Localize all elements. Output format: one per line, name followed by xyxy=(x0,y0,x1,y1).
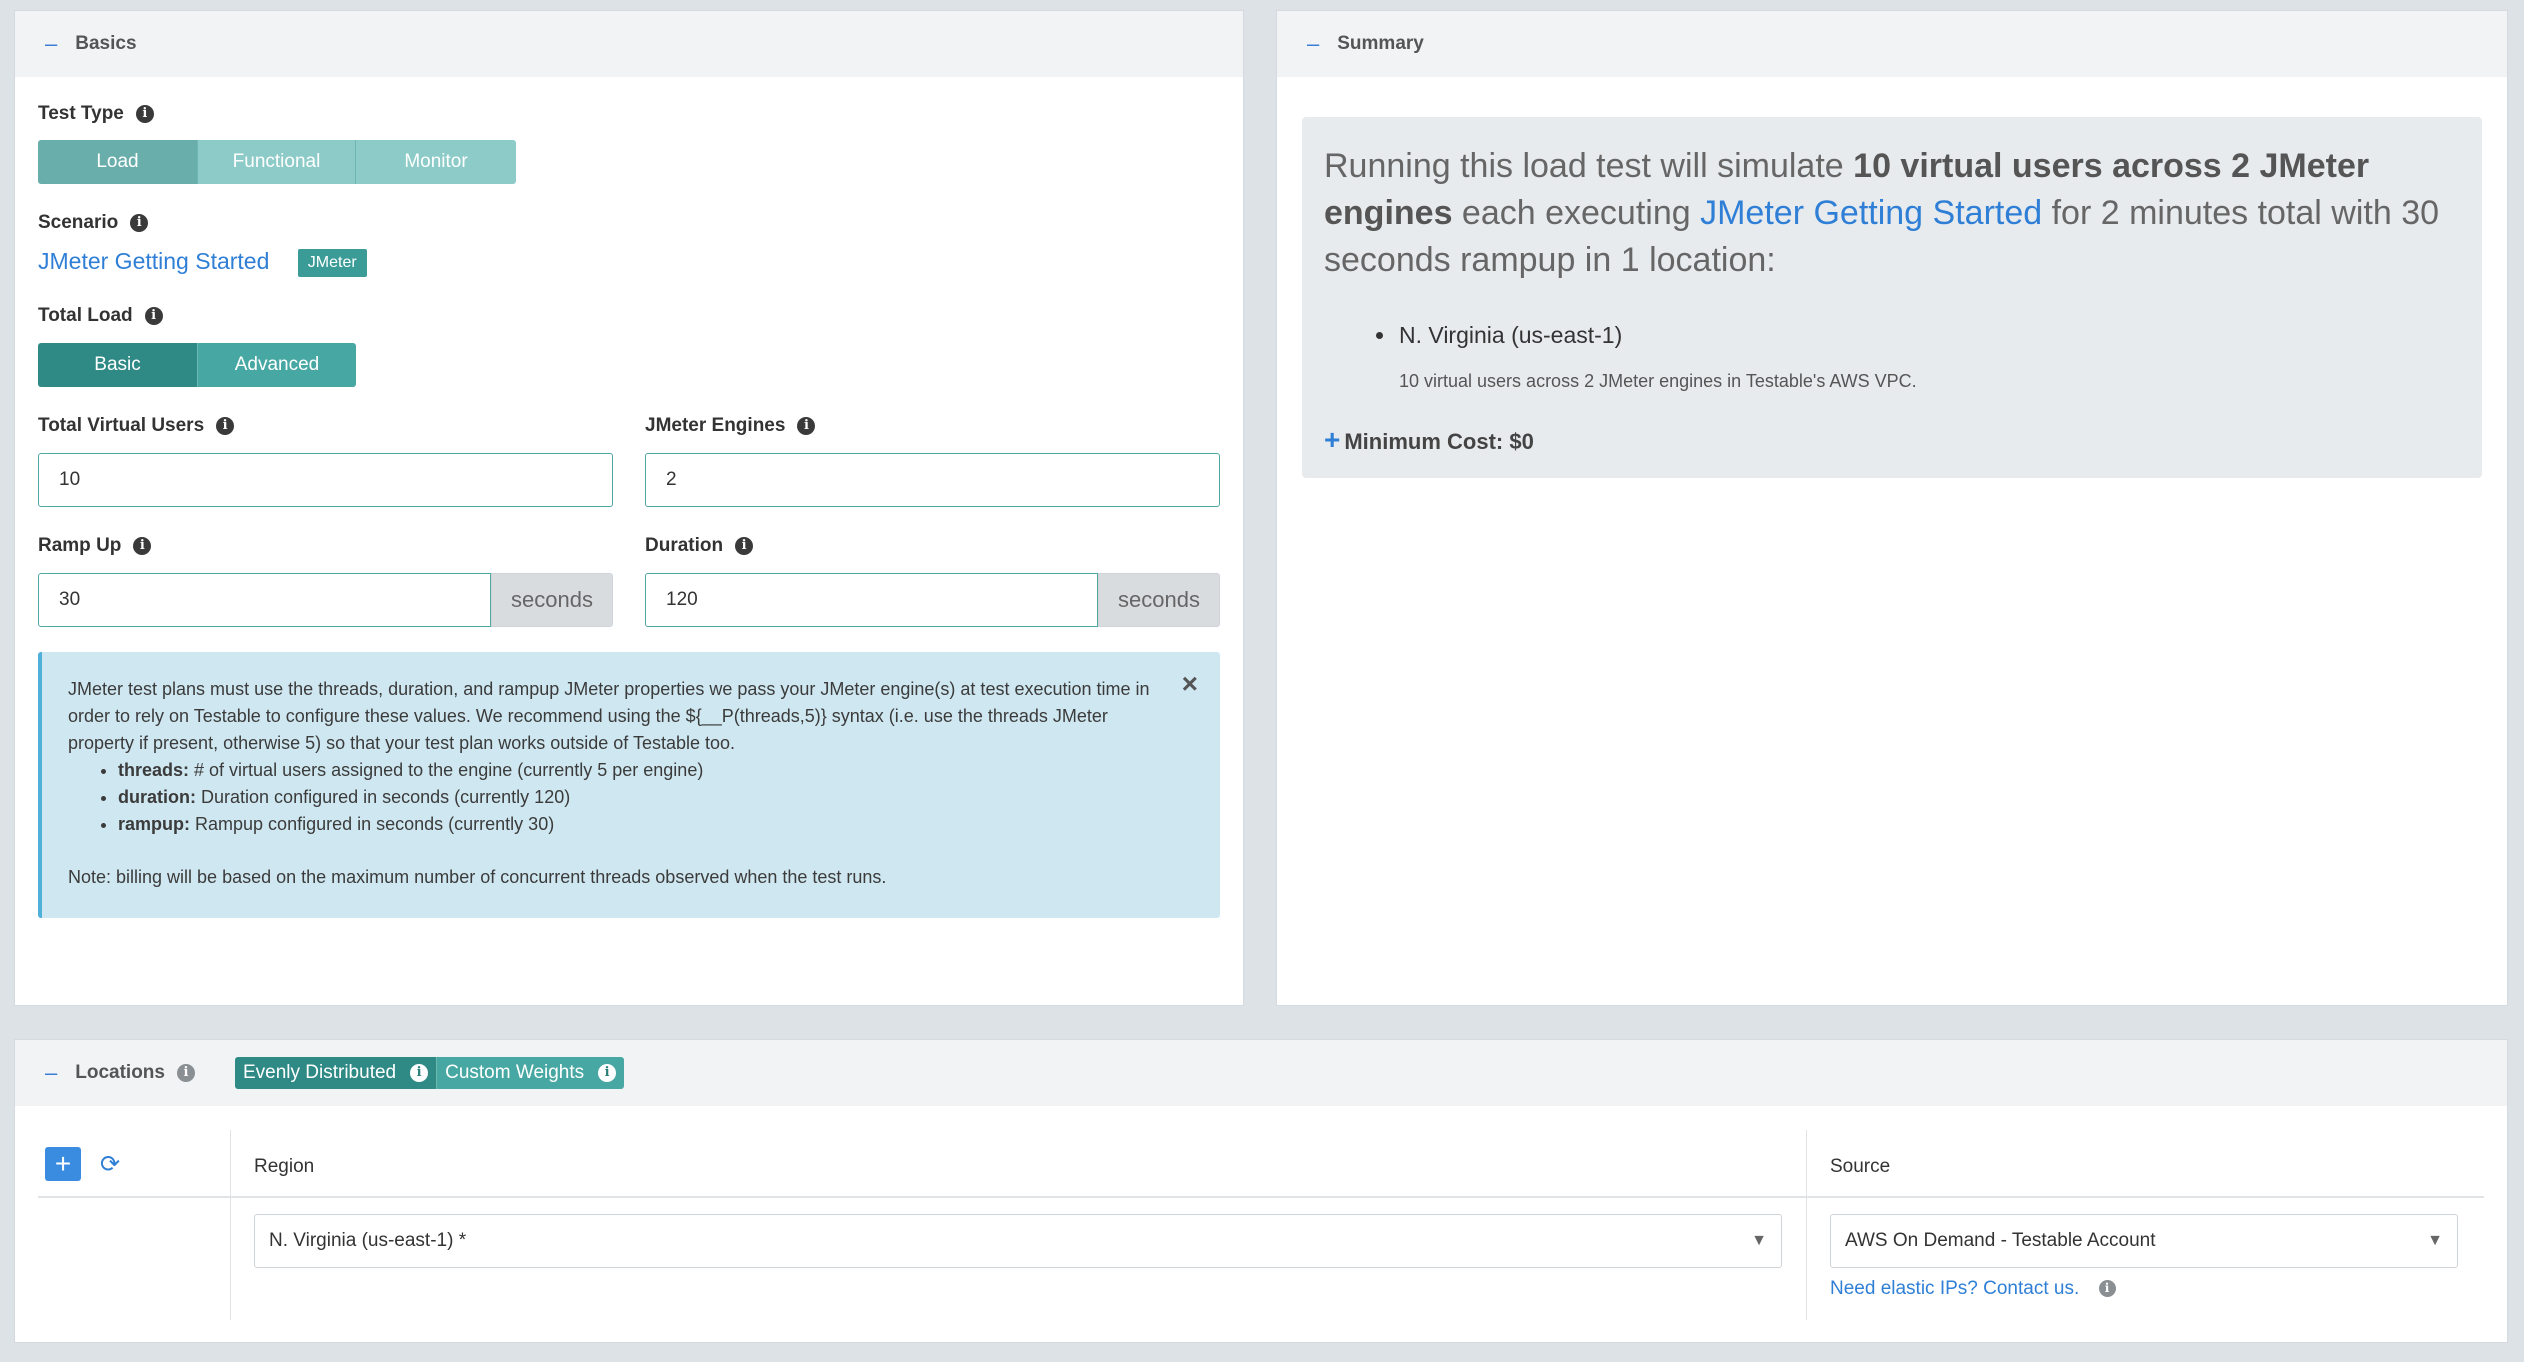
duration-input[interactable]: 120 xyxy=(645,573,1098,627)
summary-location-detail: 10 virtual users across 2 JMeter engines… xyxy=(1399,371,1917,391)
engines-label: JMeter Engines i xyxy=(645,415,816,437)
custom-weights-option[interactable]: Custom Weights i xyxy=(437,1057,625,1089)
summary-location: N. Virginia (us-east-1) xyxy=(1376,322,2460,349)
ramp-up-label: Ramp Up i xyxy=(38,535,152,557)
scenario-type-badge: JMeter xyxy=(297,248,367,277)
evenly-distributed-option[interactable]: Evenly Distributed i xyxy=(234,1057,438,1089)
list-item: duration: Duration configured in seconds… xyxy=(118,784,1194,811)
basics-title: Basics xyxy=(75,33,137,54)
duration-unit: seconds xyxy=(1098,573,1220,627)
chevron-down-icon: ▼ xyxy=(2427,1232,2443,1249)
basics-header[interactable]: – Basics xyxy=(15,11,1243,77)
source-column-header: Source xyxy=(1830,1156,1891,1177)
virtual-users-label: Total Virtual Users i xyxy=(38,415,235,437)
locations-panel: – Locations i Evenly Distributed i Custo… xyxy=(14,1039,2508,1343)
info-icon[interactable]: i xyxy=(176,1064,195,1082)
jmeter-properties-alert: × JMeter test plans must use the threads… xyxy=(38,652,1220,918)
info-icon[interactable]: i xyxy=(797,417,816,435)
collapse-icon[interactable]: – xyxy=(1307,31,1319,57)
test-type-functional[interactable]: Functional xyxy=(198,140,356,184)
distribution-toggle: Evenly Distributed i Custom Weights i xyxy=(234,1057,625,1089)
summary-text: Running this load test will simulate 10 … xyxy=(1324,147,2440,279)
test-type-label: Test Type i xyxy=(38,103,154,125)
total-load-toggle: Basic Advanced xyxy=(38,343,356,387)
info-icon[interactable]: i xyxy=(133,537,152,555)
chevron-down-icon: ▼ xyxy=(1751,1232,1767,1249)
table-header-line xyxy=(38,1196,2484,1198)
info-icon[interactable]: i xyxy=(735,537,754,555)
scenario-value: JMeter Getting Started JMeter xyxy=(38,248,367,277)
alert-text: JMeter test plans must use the threads, … xyxy=(68,679,1150,753)
region-column-header: Region xyxy=(254,1156,315,1177)
scenario-link[interactable]: JMeter Getting Started xyxy=(38,248,269,274)
collapse-icon[interactable]: – xyxy=(45,1060,57,1086)
test-type-monitor[interactable]: Monitor xyxy=(356,140,516,184)
info-icon[interactable]: i xyxy=(135,105,154,123)
alert-note: Note: billing will be based on the maxim… xyxy=(68,867,887,887)
elastic-ips-row: Need elastic IPs? Contact us. i xyxy=(1830,1278,2116,1300)
bullet-icon xyxy=(1376,332,1383,339)
add-location-button[interactable]: + xyxy=(45,1147,81,1181)
total-load-basic[interactable]: Basic xyxy=(38,343,198,387)
summary-header[interactable]: – Summary xyxy=(1277,11,2507,77)
info-icon[interactable]: i xyxy=(144,307,163,325)
expand-plus-icon[interactable]: + xyxy=(1324,424,1340,455)
list-item: rampup: Rampup configured in seconds (cu… xyxy=(118,811,1194,838)
summary-box: Running this load test will simulate 10 … xyxy=(1302,117,2482,478)
scenario-label: Scenario i xyxy=(38,212,149,234)
info-icon[interactable]: i xyxy=(130,214,149,232)
info-icon[interactable]: i xyxy=(410,1064,429,1082)
info-icon[interactable]: i xyxy=(598,1064,617,1082)
region-select[interactable]: N. Virginia (us-east-1) * ▼ xyxy=(254,1214,1782,1268)
info-icon[interactable]: i xyxy=(2098,1280,2116,1298)
list-item: threads: # of virtual users assigned to … xyxy=(118,757,1194,784)
info-icon[interactable]: i xyxy=(216,417,235,435)
source-select[interactable]: AWS On Demand - Testable Account ▼ xyxy=(1830,1214,2458,1268)
total-load-advanced[interactable]: Advanced xyxy=(198,343,356,387)
summary-scenario-link[interactable]: JMeter Getting Started xyxy=(1700,194,2042,232)
locations-header: – Locations i Evenly Distributed i Custo… xyxy=(15,1040,2507,1106)
ramp-up-unit: seconds xyxy=(491,573,613,627)
duration-label: Duration i xyxy=(645,535,754,557)
alert-list: threads: # of virtual users assigned to … xyxy=(118,757,1194,838)
elastic-ips-link[interactable]: Need elastic IPs? Contact us. xyxy=(1830,1278,2079,1299)
minimum-cost[interactable]: + Minimum Cost: $0 xyxy=(1324,424,2460,456)
ramp-up-input[interactable]: 30 xyxy=(38,573,491,627)
table-divider-vertical xyxy=(230,1130,231,1320)
summary-title: Summary xyxy=(1337,33,1424,54)
collapse-icon[interactable]: – xyxy=(45,31,57,57)
engines-input[interactable]: 2 xyxy=(645,453,1220,507)
total-load-label: Total Load i xyxy=(38,305,163,327)
test-type-load[interactable]: Load xyxy=(38,140,198,184)
close-icon[interactable]: × xyxy=(1182,670,1198,698)
virtual-users-input[interactable]: 10 xyxy=(38,453,613,507)
test-type-toggle: Load Functional Monitor xyxy=(38,140,516,184)
refresh-icon[interactable]: ⟳ xyxy=(100,1150,120,1179)
locations-title: Locations xyxy=(75,1062,165,1083)
table-divider-vertical xyxy=(1806,1130,1807,1320)
